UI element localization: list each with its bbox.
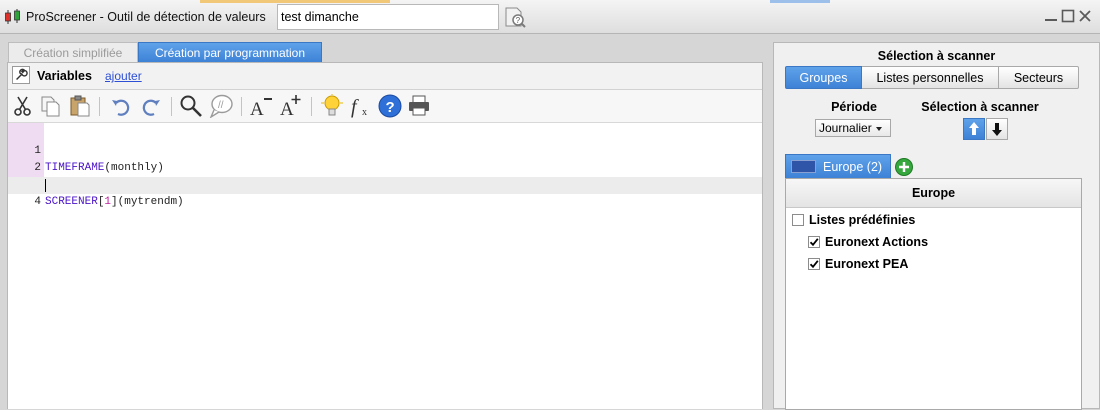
code-line: 2 mytrendm, ignored, ignored,ignored,ign… (8, 143, 762, 191)
paste-icon[interactable] (67, 94, 91, 118)
svg-text:?: ? (516, 16, 521, 25)
editor-toolbar: // A A fx ? (8, 90, 762, 123)
add-variable-link[interactable]: ajouter (105, 69, 142, 83)
code-line: 1 TIMEFRAME(monthly) (8, 126, 762, 174)
code-pane: Variables ajouter // A A f x ? 1 TIMEFRA… (7, 62, 763, 409)
segment-sectors[interactable]: Secteurs (999, 66, 1079, 89)
tree-item-label: Euronext Actions (825, 235, 929, 249)
window-title: ProScreener - Outil de détection de vale… (26, 10, 266, 24)
checkbox-checked[interactable] (808, 236, 820, 248)
toolbar-separator (311, 97, 312, 116)
svg-text:?: ? (386, 99, 395, 116)
scan-selection-title: Sélection à scanner (877, 49, 996, 63)
chevron-down-icon (875, 126, 882, 131)
arrow-up-icon (969, 122, 979, 135)
tab-programming-creation[interactable]: Création par programmation (138, 42, 322, 62)
period-dropdown[interactable]: Journalier (815, 119, 891, 137)
top-accent-strip (200, 0, 390, 3)
increase-font-icon[interactable]: A (279, 94, 303, 118)
svg-text:A: A (250, 99, 264, 118)
function-icon[interactable]: fx (349, 94, 373, 118)
scan-selection-panel: Sélection à scanner Groupes Listes perso… (773, 42, 1100, 410)
tree-item-label: Listes prédéfinies (809, 213, 916, 227)
print-icon[interactable] (407, 94, 431, 118)
group-list-box: Europe Listes prédéfinies Euronext Actio… (785, 178, 1082, 410)
top-accent-strip (770, 0, 830, 3)
period-label: Période (831, 100, 877, 114)
period-value: Journalier (819, 121, 872, 135)
code-panel: Création simplifiée Création par program… (7, 42, 763, 409)
code-lines: 1 TIMEFRAME(monthly) 2 mytrendm, ignored… (8, 126, 762, 208)
title-bar: ProScreener - Outil de détection de vale… (0, 0, 1100, 34)
toolbar-separator (241, 97, 242, 116)
svg-text:A: A (280, 99, 294, 118)
segment-personal-lists[interactable]: Listes personnelles (862, 66, 999, 89)
sort-ascending-button[interactable] (963, 118, 985, 140)
variables-bar: Variables ajouter (8, 63, 762, 90)
arrow-down-icon (992, 123, 1002, 136)
copy-icon[interactable] (39, 94, 63, 118)
comment-icon[interactable]: // (209, 94, 233, 118)
toolbar-separator (171, 97, 172, 116)
checkbox[interactable] (792, 214, 804, 226)
minimize-icon[interactable] (1044, 9, 1058, 23)
close-icon[interactable] (1078, 9, 1092, 23)
selection-label: Sélection à scanner (921, 100, 1039, 114)
code-editor[interactable]: 1 TIMEFRAME(monthly) 2 mytrendm, ignored… (8, 123, 762, 409)
text-caret (45, 179, 46, 192)
check-icon (809, 238, 819, 247)
line-number: 4 (34, 196, 41, 208)
tab-europe-group[interactable]: Europe (2) (785, 154, 891, 178)
europe-tab-label: Europe (2) (823, 160, 883, 174)
search-icon[interactable] (179, 94, 203, 118)
lightbulb-icon[interactable] (320, 94, 344, 118)
undo-icon[interactable] (109, 94, 133, 118)
tab-simplified-creation[interactable]: Création simplifiée (8, 42, 138, 62)
wrench-icon[interactable] (12, 66, 30, 84)
help-icon[interactable]: ? (378, 94, 402, 118)
code-line: 3 SCREENER[1](mytrendm) (8, 160, 762, 208)
document-search-icon[interactable]: ? (503, 6, 527, 28)
add-group-icon[interactable] (895, 158, 913, 176)
group-box-title: Europe (786, 179, 1081, 208)
checkbox-checked[interactable] (808, 258, 820, 270)
variables-label: Variables (37, 69, 92, 83)
candlestick-icon (5, 9, 20, 24)
segment-groups[interactable]: Groupes (785, 66, 862, 89)
code-line-active: 4 (8, 177, 762, 208)
toolbar-separator (99, 97, 100, 116)
screener-name-input[interactable] (277, 4, 499, 30)
svg-text:f: f (351, 96, 359, 118)
sort-descending-button[interactable] (986, 118, 1008, 140)
check-icon (809, 260, 819, 269)
cut-icon[interactable] (11, 94, 35, 118)
eu-flag-icon (791, 160, 816, 173)
svg-text:x: x (362, 107, 367, 118)
redo-icon[interactable] (139, 94, 163, 118)
svg-text://: // (218, 100, 224, 111)
maximize-icon[interactable] (1061, 9, 1075, 23)
decrease-font-icon[interactable]: A (249, 94, 273, 118)
tree-item-label: Euronext PEA (825, 257, 909, 271)
